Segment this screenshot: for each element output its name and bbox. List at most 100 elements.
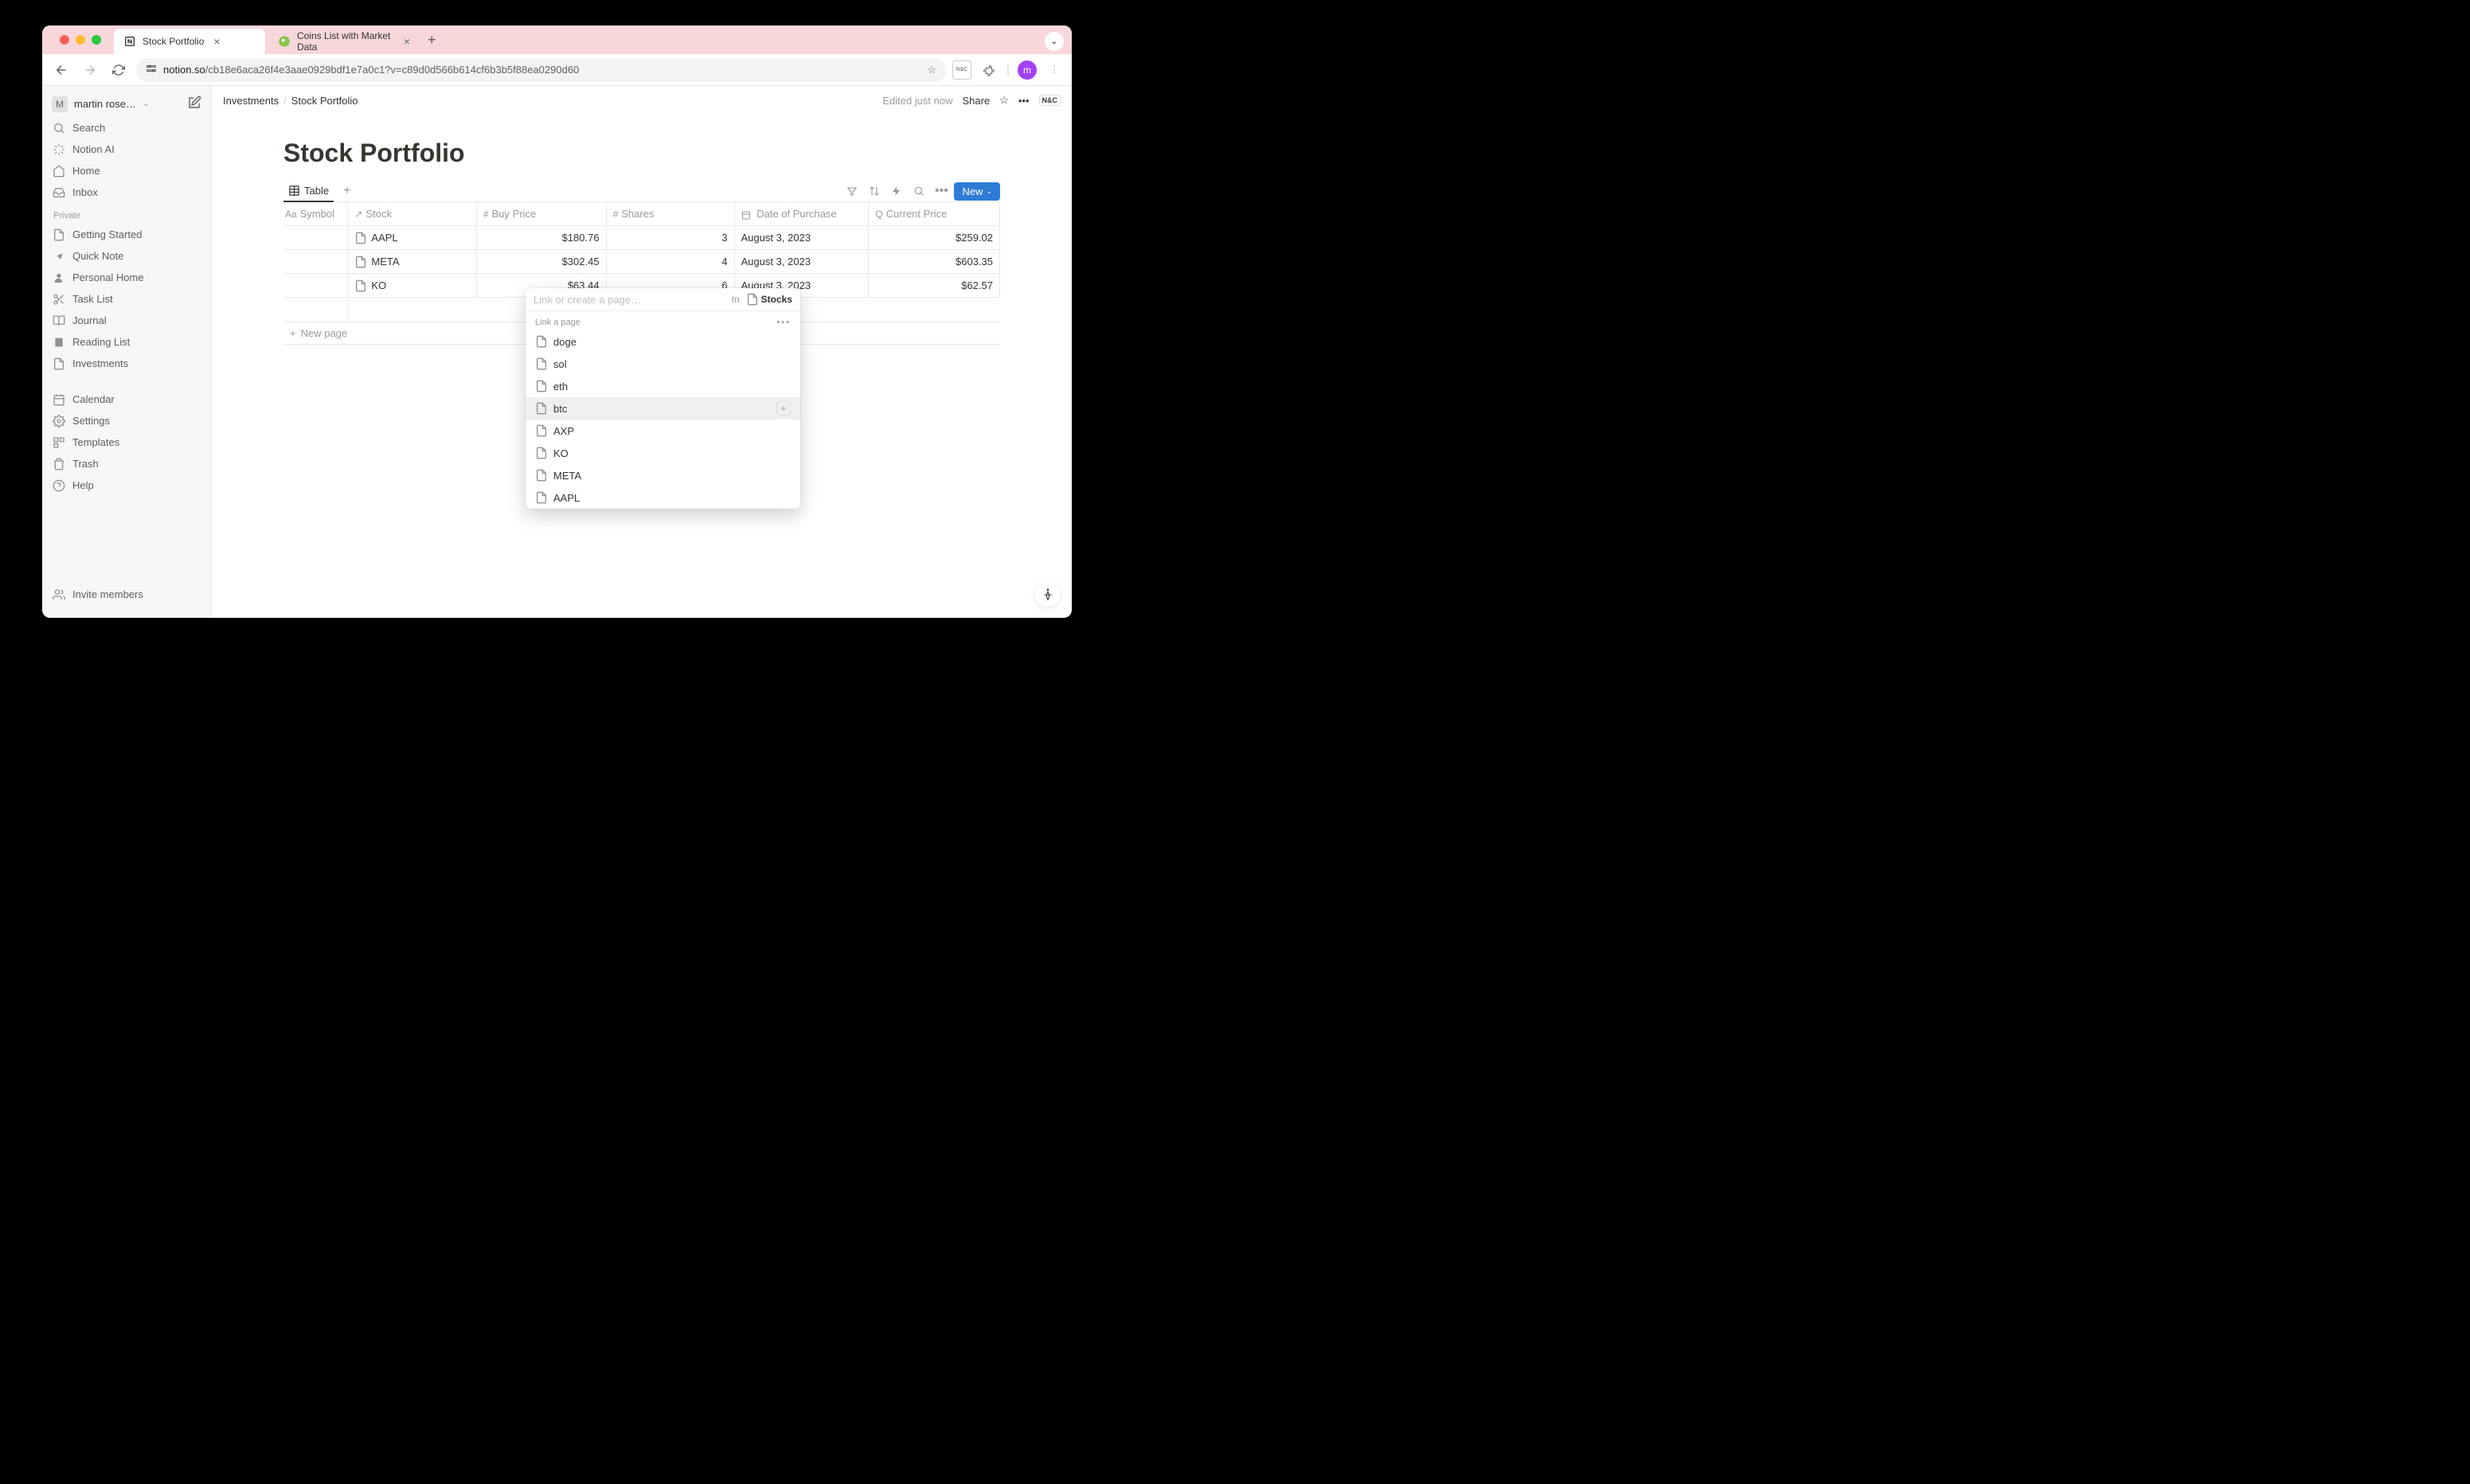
link-search-input[interactable] [533,294,725,306]
cell-stock[interactable]: META [348,250,477,274]
sidebar-item-inbox[interactable]: Inbox [42,182,211,203]
link-option[interactable]: doge [526,330,800,353]
column-header-shares[interactable]: #Shares [606,202,734,226]
column-header-stock[interactable]: ↗Stock [348,202,477,226]
link-option[interactable]: META [526,464,800,486]
address-bar[interactable]: notion.so/cb18e6aca26f4e3aae0929bdf1e7a0… [136,58,946,82]
forward-button[interactable] [79,59,101,81]
cell-current-price[interactable]: $62.57 [869,274,1000,298]
cell-symbol[interactable] [283,250,348,274]
cell-current-price[interactable]: $603.35 [869,250,1000,274]
close-tab-icon[interactable]: × [213,35,220,48]
add-icon[interactable]: + [776,401,791,416]
cell-buy-price[interactable]: $302.45 [476,250,606,274]
sidebar-item-invite[interactable]: Invite members [42,584,211,605]
link-option[interactable]: KO [526,442,800,464]
page-title[interactable]: Stock Portfolio [283,139,1000,168]
column-header-buy-price[interactable]: #Buy Price [476,202,606,226]
share-button[interactable]: Share [962,95,990,107]
column-header-date[interactable]: Date of Purchase [734,202,869,226]
sidebar-page-investments[interactable]: Investments [42,353,211,374]
site-settings-icon[interactable] [146,63,157,76]
sidebar-page-journal[interactable]: Journal [42,310,211,331]
link-section-more-icon[interactable]: ••• [776,318,791,327]
cell-symbol[interactable] [283,274,348,298]
bookmark-icon [52,335,66,350]
cell-shares[interactable]: 4 [606,250,734,274]
sidebar-item-home[interactable]: Home [42,160,211,182]
extension-icon[interactable]: N&C [952,61,971,80]
link-options-list: doge sol eth btc + AXP KO META AAPL [526,330,800,509]
breadcrumb-parent[interactable]: Investments [223,95,279,107]
cell-buy-price[interactable]: $180.76 [476,226,606,250]
cell-symbol[interactable] [283,226,348,250]
link-option[interactable]: AAPL [526,486,800,509]
sidebar-item-templates[interactable]: Templates [42,432,211,453]
cell-stock[interactable]: KO [348,274,477,298]
table-row[interactable]: AAPL $180.76 3 August 3, 2023 $259.02 [283,226,1000,250]
add-view-button[interactable]: + [338,181,355,201]
close-tab-icon[interactable]: × [404,35,410,48]
profile-avatar[interactable]: m [1018,61,1037,80]
sidebar-item-trash[interactable]: Trash [42,453,211,474]
browser-tab-active[interactable]: Stock Portfolio × [114,29,265,54]
tab-dropdown-button[interactable]: ⌄ [1045,32,1064,51]
new-page-button[interactable] [187,96,201,112]
scissors-icon [52,292,66,307]
person-icon [52,271,66,285]
minimize-window-button[interactable] [76,35,85,45]
sidebar-page-getting-started[interactable]: Getting Started [42,224,211,245]
cell-current-price[interactable]: $259.02 [869,226,1000,250]
search-icon[interactable] [909,182,928,201]
workspace-switcher[interactable]: M martin rose… ⌄ [42,92,211,115]
sidebar-item-help[interactable]: Help [42,474,211,496]
favorite-star-icon[interactable]: ☆ [999,94,1009,107]
sort-icon[interactable] [865,182,884,201]
cell-shares[interactable]: 3 [606,226,734,250]
table-row[interactable]: META $302.45 4 August 3, 2023 $603.35 [283,250,1000,274]
sidebar-item-search[interactable]: Search [42,117,211,139]
view-tab-table[interactable]: Table [283,181,334,202]
link-option[interactable]: eth [526,375,800,397]
help-fab[interactable] [1035,581,1061,607]
cell-date[interactable]: August 3, 2023 [734,226,869,250]
extensions-button[interactable] [979,61,999,80]
sidebar-page-quick-note[interactable]: Quick Note [42,245,211,267]
maximize-window-button[interactable] [92,35,101,45]
sidebar-item-calendar[interactable]: Calendar [42,389,211,410]
sidebar-item-label: Personal Home [72,271,144,283]
link-option[interactable]: AXP [526,420,800,442]
view-tabs: Table + ••• New ⌄ [283,181,1000,202]
browser-menu-button[interactable]: ⋮ [1045,61,1064,80]
link-option[interactable]: btc + [526,397,800,420]
sidebar-page-personal-home[interactable]: Personal Home [42,267,211,288]
browser-tab[interactable]: Coins List with Market Data × [268,29,420,54]
breadcrumb-current[interactable]: Stock Portfolio [291,95,358,107]
main-content: Investments / Stock Portfolio Edited jus… [212,86,1072,618]
sidebar-item-settings[interactable]: Settings [42,410,211,432]
new-button[interactable]: New ⌄ [954,182,1000,201]
link-option[interactable]: sol [526,353,800,375]
reload-button[interactable] [107,59,130,81]
cell-date[interactable]: August 3, 2023 [734,250,869,274]
more-options-icon[interactable]: ••• [1018,95,1030,107]
column-header-symbol[interactable]: AaSymbol [283,202,348,226]
toolbar-right: N&C | m ⋮ [952,61,1064,80]
link-in-target[interactable]: Stocks [746,293,792,306]
filter-icon[interactable] [842,182,862,201]
back-button[interactable] [50,59,72,81]
cell-stock[interactable]: AAPL [348,226,477,250]
close-window-button[interactable] [60,35,69,45]
nc-badge[interactable]: N&C [1039,95,1061,106]
sidebar-page-reading-list[interactable]: Reading List [42,331,211,353]
automation-icon[interactable] [887,182,906,201]
more-options-icon[interactable]: ••• [932,182,951,201]
sidebar-page-task-list[interactable]: Task List [42,288,211,310]
sidebar-item-label: Journal [72,314,107,326]
bookmark-star-icon[interactable]: ☆ [927,64,936,76]
link-option-label: btc [553,403,567,415]
column-header-current-price[interactable]: QCurrent Price [869,202,1000,226]
new-tab-button[interactable]: + [420,32,444,49]
sidebar-item-ai[interactable]: Notion AI [42,139,211,160]
calendar-icon [52,392,66,407]
